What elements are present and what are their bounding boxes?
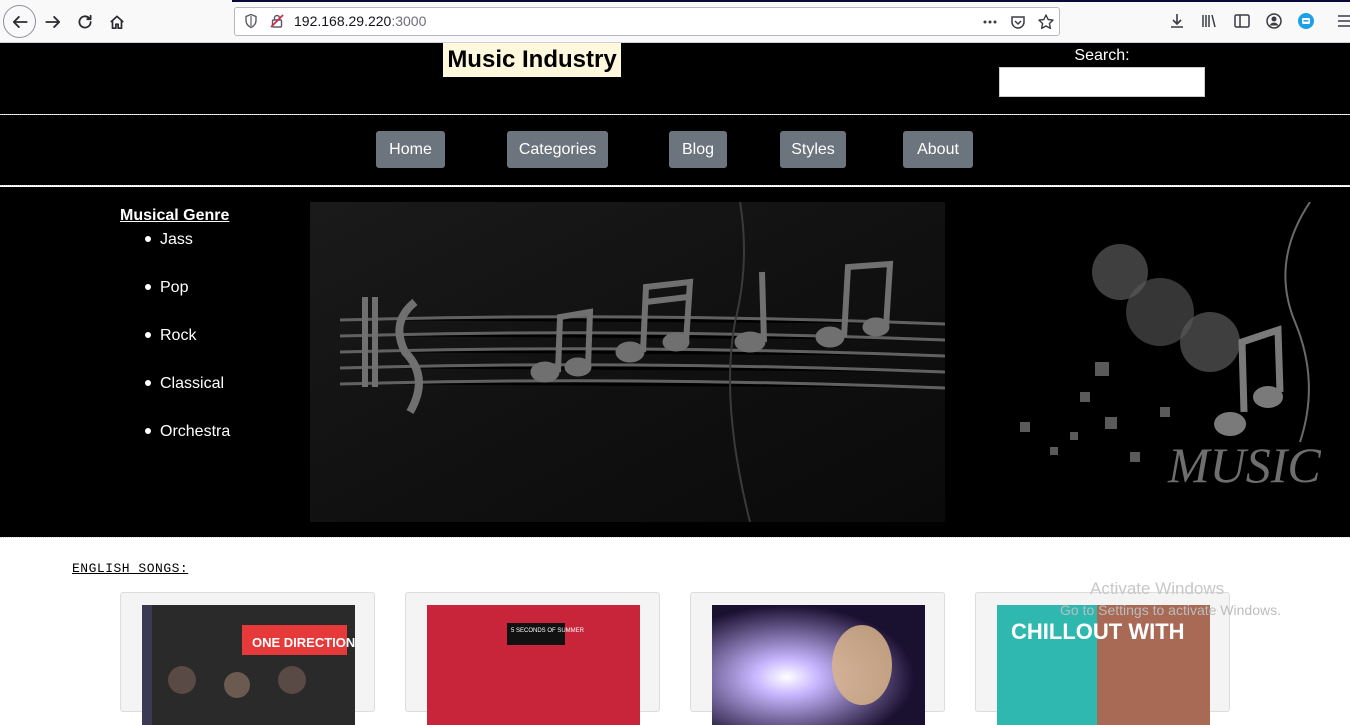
windows-activation-title: Activate Windows: [1090, 579, 1225, 598]
address-bar[interactable]: 192.168.29.220:3000: [234, 7, 1060, 36]
bookmark-star-icon[interactable]: [1037, 13, 1055, 31]
song-thumbnail[interactable]: ONE DIRECTION: [142, 605, 355, 725]
account-icon[interactable]: [1265, 12, 1283, 30]
song-thumbnail[interactable]: CHILLOUT WITH: [997, 605, 1210, 725]
home-icon: [110, 15, 124, 30]
browser-toolbar: 192.168.29.220:3000: [0, 0, 1350, 43]
thumb-text: CHILLOUT WITH: [1011, 619, 1185, 644]
back-button[interactable]: [3, 5, 36, 38]
url-host: 192.168.29.220: [294, 13, 392, 29]
music-staff-banner-image: [310, 202, 945, 522]
thumb-text: ONE DIRECTION: [252, 635, 355, 650]
search-input[interactable]: [999, 67, 1205, 97]
nav-categories-button[interactable]: Categories: [507, 131, 608, 168]
genre-item-rock[interactable]: Rock: [144, 327, 230, 375]
genre-item-orchestra[interactable]: Orchestra: [144, 423, 230, 471]
nav-home-button[interactable]: Home: [376, 131, 445, 168]
song-card[interactable]: ONE DIRECTION: [120, 592, 375, 725]
genre-item-jass[interactable]: Jass: [144, 231, 230, 279]
genre-item-classical[interactable]: Classical: [144, 375, 230, 423]
hero-divider: [0, 537, 1350, 538]
genre-list: Jass Pop Rock Classical Orchestra: [144, 231, 230, 471]
url-text[interactable]: 192.168.29.220:3000: [294, 13, 426, 29]
song-card[interactable]: [690, 592, 945, 725]
sidebar-icon[interactable]: [1233, 12, 1251, 30]
pocket-icon[interactable]: [1009, 13, 1027, 31]
main-nav: Home Categories Blog Styles About: [0, 115, 1350, 185]
reload-button[interactable]: [69, 6, 101, 38]
genre-heading[interactable]: Musical Genre: [120, 207, 229, 225]
site-header: Music Industry Search:: [0, 43, 1350, 114]
genre-item-pop[interactable]: Pop: [144, 279, 230, 327]
windows-activation-subtitle: Go to Settings to activate Windows.: [1060, 602, 1281, 618]
menu-icon[interactable]: [1336, 12, 1350, 30]
tracking-shield-icon[interactable]: [243, 13, 259, 29]
song-card[interactable]: 5 SECONDS OF SUMMER: [405, 592, 660, 725]
nav-about-button[interactable]: About: [903, 131, 973, 168]
page-actions-icon[interactable]: [981, 13, 999, 31]
hero-banner: Musical Genre Jass Pop Rock Classical Or…: [0, 187, 1350, 537]
arrow-left-icon: [12, 15, 28, 28]
site-title: Music Industry: [443, 43, 621, 77]
section-title: ENGLISH SONGS:: [72, 561, 189, 576]
downloads-icon[interactable]: [1168, 12, 1186, 30]
home-button[interactable]: [101, 6, 133, 38]
nav-blog-button[interactable]: Blog: [669, 131, 727, 168]
url-port: :3000: [391, 13, 427, 29]
library-icon[interactable]: [1200, 12, 1218, 30]
insecure-lock-icon[interactable]: [269, 13, 285, 29]
thumb-text: 5 SECONDS OF SUMMER: [511, 628, 585, 634]
song-thumbnail[interactable]: [712, 605, 925, 725]
tab-strip-edge: [232, 0, 1350, 2]
reload-icon: [78, 14, 92, 29]
search-label: Search:: [1074, 47, 1130, 64]
nav-divider: [0, 185, 1350, 186]
nav-styles-button[interactable]: Styles: [780, 131, 846, 168]
arrow-right-icon: [45, 16, 61, 28]
music-logo-text: MUSIC: [1167, 437, 1321, 493]
forward-button[interactable]: [37, 6, 69, 38]
extension-icon[interactable]: [1297, 12, 1315, 30]
music-logo-image: MUSIC: [1010, 202, 1350, 522]
song-thumbnail[interactable]: 5 SECONDS OF SUMMER: [427, 605, 640, 725]
